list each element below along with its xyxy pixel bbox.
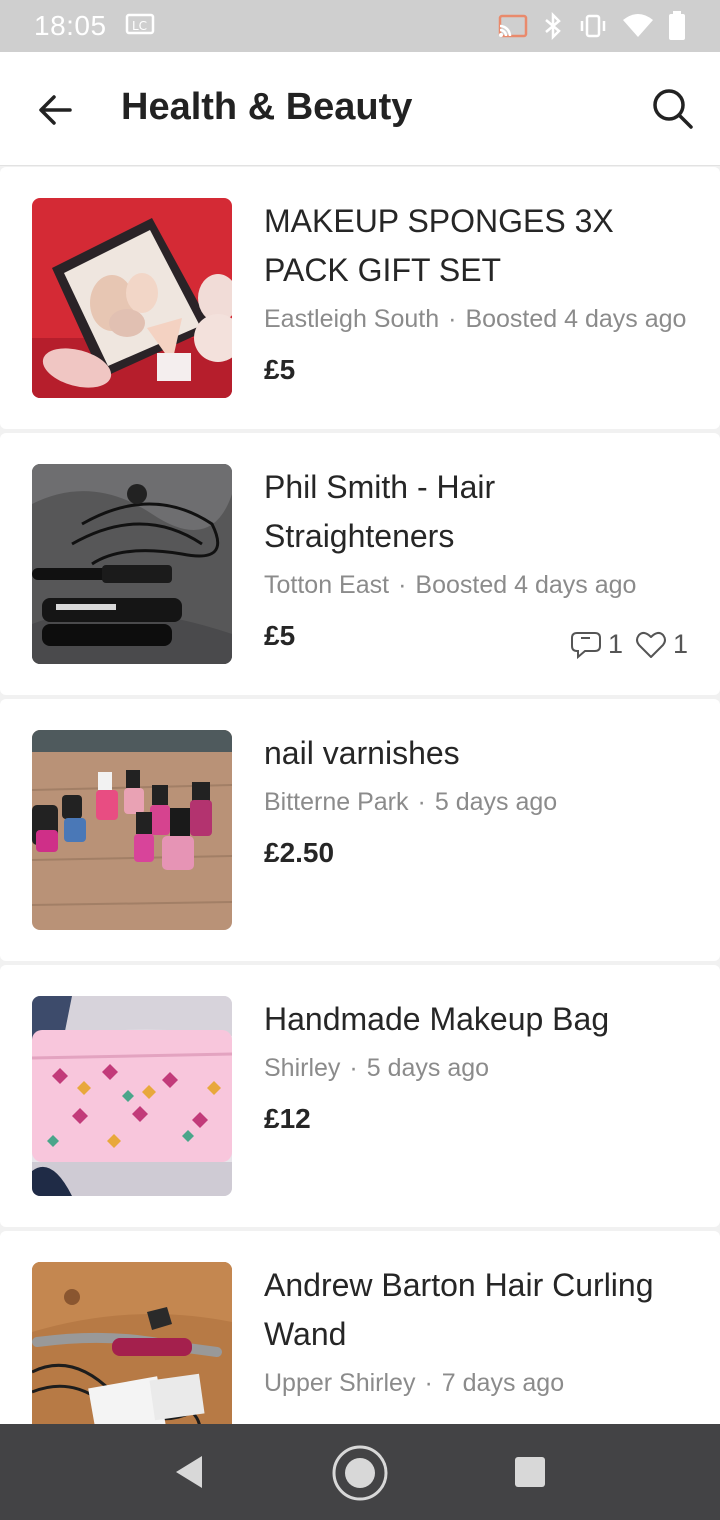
- listing-card[interactable]: Andrew Barton Hair Curling Wand Upper Sh…: [0, 1231, 720, 1424]
- like-count: 1: [672, 629, 688, 659]
- listing-photo: [32, 1262, 232, 1424]
- app-bar: Health & Beauty: [0, 52, 720, 166]
- system-nav-bar: [0, 1424, 720, 1520]
- nav-back-icon: [176, 1456, 202, 1488]
- listing-location: Eastleigh South: [264, 305, 440, 333]
- listing-time: 5 days ago: [434, 788, 558, 816]
- listing-price: £5: [264, 354, 296, 385]
- search-button[interactable]: [650, 86, 696, 132]
- listing-card[interactable]: MAKEUP SPONGES 3X PACK GIFT SET Eastleig…: [0, 167, 720, 429]
- listing-photo: [32, 198, 232, 398]
- nav-home-button[interactable]: [331, 1444, 389, 1507]
- listing-photo: [32, 996, 232, 1196]
- listing-title: Andrew Barton Hair Curling Wand: [264, 1267, 654, 1352]
- listing-photo: [32, 730, 232, 930]
- listing-meta: Eastleigh South · Boosted 4 days ago: [264, 305, 686, 334]
- listing-location: Bitterne Park: [264, 788, 409, 816]
- listing-card[interactable]: Phil Smith - Hair Straighteners Totton E…: [0, 433, 720, 695]
- listing-title: Handmade Makeup Bag: [264, 1001, 610, 1037]
- listing-time: Boosted 4 days ago: [415, 571, 637, 599]
- listing-time: 7 days ago: [441, 1369, 565, 1397]
- bluetooth-icon: [542, 12, 564, 40]
- listing-location: Upper Shirley: [264, 1369, 416, 1397]
- listing-meta: Totton East · Boosted 4 days ago: [264, 571, 636, 600]
- nav-recents-icon: [515, 1457, 545, 1487]
- wifi-icon: [622, 13, 654, 39]
- separator-dot: ·: [398, 571, 407, 599]
- cast-icon: [498, 14, 528, 38]
- vibrate-icon: [578, 13, 608, 39]
- back-button[interactable]: [34, 88, 78, 132]
- listing-meta: Bitterne Park · 5 days ago: [264, 788, 557, 817]
- listing-photo: [32, 464, 232, 664]
- comment-icon: [570, 631, 601, 659]
- nav-back-button[interactable]: [172, 1454, 206, 1495]
- listing-card[interactable]: nail varnishes Bitterne Park · 5 days ago …: [0, 699, 720, 961]
- nav-recents-button[interactable]: [514, 1456, 546, 1493]
- status-bar: 18:05 LC: [0, 0, 720, 52]
- listing-list: MAKEUP SPONGES 3X PACK GIFT SET Eastleig…: [0, 167, 720, 1424]
- listing-title: MAKEUP SPONGES 3X PACK GIFT SET: [264, 203, 614, 288]
- search-icon: [653, 89, 693, 129]
- listing-time: Boosted 4 days ago: [465, 305, 687, 333]
- listing-location: Shirley: [264, 1054, 341, 1082]
- separator-dot: ·: [349, 1054, 358, 1082]
- separator-dot: ·: [424, 1369, 433, 1397]
- arrow-left-icon: [39, 95, 72, 125]
- battery-icon: [668, 11, 686, 41]
- sim-card-icon: LC: [125, 13, 155, 40]
- listing-card[interactable]: Handmade Makeup Bag Shirley · 5 days ago £…: [0, 965, 720, 1227]
- nav-home-icon: [332, 1445, 388, 1501]
- page-title: Health & Beauty: [121, 86, 413, 128]
- comment-count: 1: [607, 629, 623, 659]
- separator-dot: ·: [448, 305, 457, 333]
- heart-icon[interactable]: [635, 630, 667, 660]
- separator-dot: ·: [417, 788, 426, 816]
- listing-price: £2.50: [264, 837, 335, 868]
- svg-text:LC: LC: [132, 19, 147, 33]
- status-time: 18:05: [34, 10, 107, 41]
- listing-title: nail varnishes: [264, 735, 460, 771]
- listing-price: £12: [264, 1103, 311, 1134]
- listing-location: Totton East: [264, 571, 390, 599]
- listing-title: Phil Smith - Hair Straighteners: [264, 469, 496, 554]
- listing-stats: 1 1: [570, 629, 688, 660]
- listing-time: 5 days ago: [366, 1054, 490, 1082]
- listing-price: £5: [264, 620, 296, 651]
- listing-meta: Shirley · 5 days ago: [264, 1054, 489, 1083]
- listing-meta: Upper Shirley · 7 days ago: [264, 1369, 564, 1398]
